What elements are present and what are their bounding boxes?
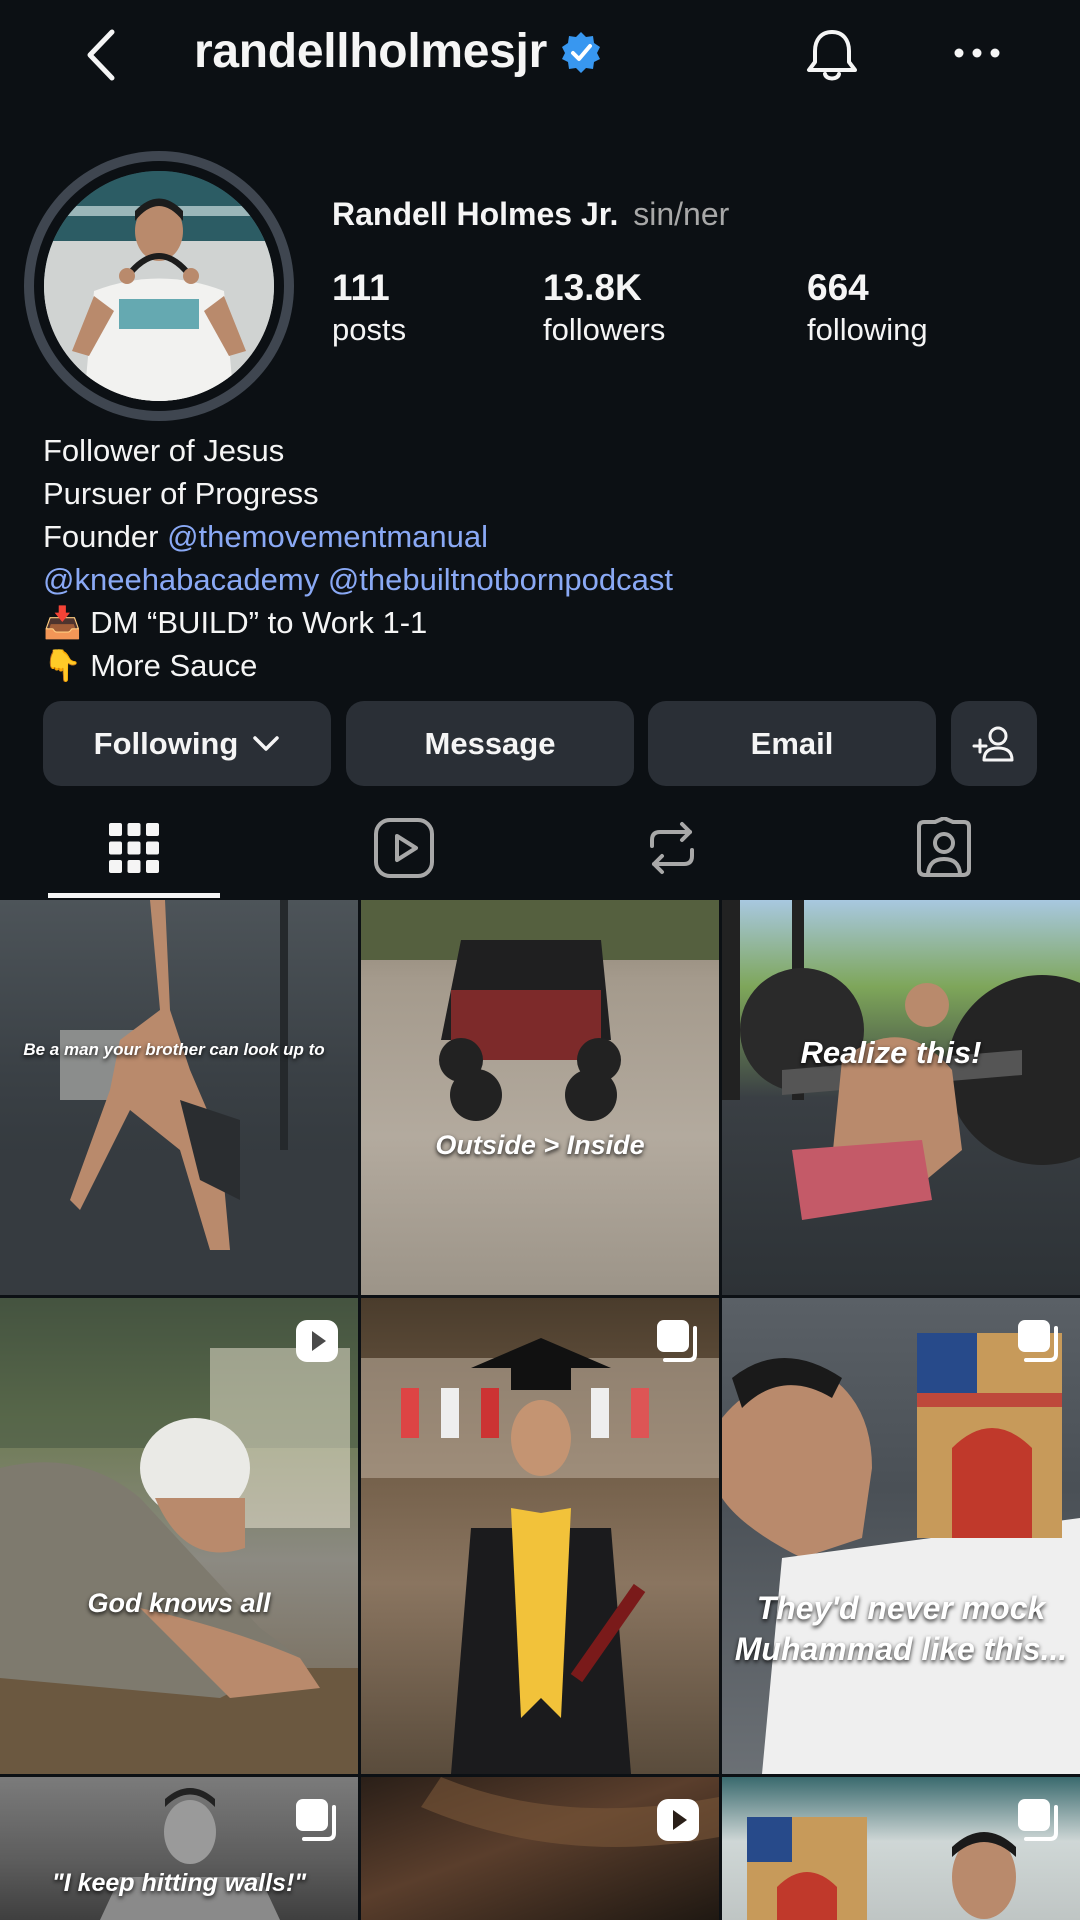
carousel-badge-icon [1018, 1320, 1058, 1362]
bio-line-1: Follower of Jesus [43, 433, 285, 468]
bio-line-5: 📥 DM “BUILD” to Work 1-1 [43, 601, 673, 644]
followers-count: 13.8K [543, 267, 642, 308]
full-name: Randell Holmes Jr. [332, 196, 619, 232]
bio-line-2: Pursuer of Progress [43, 476, 319, 511]
bio-line-3: Founder @themovementmanual [43, 515, 673, 558]
followers-stat[interactable]: 13.8K followers [543, 266, 665, 350]
reels-icon [374, 818, 434, 878]
post-tile-5[interactable] [361, 1298, 719, 1774]
posts-stat[interactable]: 111 posts [332, 266, 406, 350]
message-button[interactable]: Message [346, 701, 634, 786]
email-button-label: Email [750, 725, 834, 761]
mention-link-movementmanual[interactable]: @themovementmanual [167, 519, 488, 554]
tab-reels[interactable] [318, 800, 490, 896]
email-button[interactable]: Email [648, 701, 936, 786]
following-button-label: Following [93, 725, 239, 761]
post-caption-7: "I keep hitting walls!" [51, 1869, 307, 1897]
username: randellholmesjr [194, 25, 547, 78]
bio: Follower of Jesus Pursuer of Progress Fo… [43, 429, 673, 687]
post-caption-4: God knows all [87, 1588, 271, 1618]
back-arrow-icon[interactable] [78, 26, 128, 84]
following-count: 664 [807, 267, 869, 308]
post-tile-9[interactable] [722, 1777, 1080, 1920]
post-tile-7[interactable]: "I keep hitting walls!" [0, 1777, 358, 1920]
following-label: following [807, 312, 928, 347]
post-caption-3: Realize this! [800, 1035, 982, 1070]
post-image-5 [361, 1338, 719, 1774]
tagged-icon [917, 817, 971, 877]
tab-posts-grid[interactable] [48, 800, 220, 896]
reel-badge-icon [296, 1320, 338, 1362]
post-tile-1[interactable]: Be a man your brother can look up to [0, 900, 358, 1295]
active-tab-indicator [48, 893, 220, 898]
following-stat[interactable]: 664 following [807, 266, 928, 350]
pointing-down-emoji: 👇 [43, 648, 82, 684]
post-caption-6: They'd never mock Muhammad like this... [734, 1590, 1068, 1667]
post-image-2 [361, 900, 719, 1121]
post-image-6 [722, 1333, 1080, 1774]
carousel-badge-icon [657, 1320, 697, 1362]
post-tile-4[interactable]: God knows all [0, 1298, 358, 1774]
top-bar: randellholmesjr [0, 0, 1080, 110]
posts-label: posts [332, 312, 407, 347]
mention-link-builtnotbornpodcast[interactable]: @thebuiltnotbornpodcast [328, 562, 673, 597]
username-header[interactable]: randellholmesjr [194, 24, 603, 79]
verified-badge-icon [561, 31, 600, 73]
notifications-bell-icon[interactable] [800, 24, 864, 88]
post-tile-8[interactable] [361, 1777, 719, 1920]
bio-sauce-text: More Sauce [90, 648, 258, 683]
tab-reposts[interactable] [586, 800, 758, 896]
post-caption-1: Be a man your brother can look up to [23, 1040, 325, 1059]
pronouns: sin/ner [633, 196, 730, 232]
carousel-badge-icon [296, 1799, 336, 1841]
post-image-4 [0, 1298, 358, 1774]
mention-link-kneehabacademy[interactable]: @kneehabacademy [43, 562, 319, 597]
carousel-badge-icon [1018, 1799, 1058, 1841]
following-button[interactable]: Following [43, 701, 331, 786]
add-person-icon [972, 726, 1014, 761]
tab-tagged[interactable] [858, 800, 1030, 896]
post-tile-6[interactable]: They'd never mock Muhammad like this... [722, 1298, 1080, 1774]
suggested-people-button[interactable] [951, 701, 1037, 786]
grid-icon [109, 823, 159, 873]
posts-grid: Be a man your brother can look up to Out… [0, 900, 1080, 1920]
followers-label: followers [543, 312, 666, 347]
bio-dm-text: DM “BUILD” to Work 1-1 [90, 605, 428, 640]
bio-line-6: 👇 More Sauce [43, 644, 673, 687]
inbox-tray-emoji: 📥 [43, 605, 82, 641]
name-row: Randell Holmes Jr. sin/ner [332, 196, 729, 233]
avatar-border [34, 161, 284, 411]
reposts-icon [650, 822, 694, 874]
post-image-1 [0, 900, 358, 1295]
bio-founder-text: Founder [43, 519, 168, 554]
reel-badge-icon [657, 1799, 699, 1841]
bio-line-4: @kneehabacademy @thebuiltnotbornpodcast [43, 558, 673, 601]
more-options-icon[interactable] [952, 38, 1002, 68]
avatar[interactable] [44, 171, 274, 401]
post-image-3 [722, 900, 1080, 1220]
post-caption-2: Outside > Inside [435, 1130, 645, 1160]
message-button-label: Message [424, 725, 556, 761]
story-ring[interactable] [24, 151, 294, 421]
post-tile-2[interactable]: Outside > Inside [361, 900, 719, 1295]
post-tile-3[interactable]: Realize this! [722, 900, 1080, 1295]
posts-count: 111 [332, 267, 390, 308]
chevron-down-icon [253, 735, 280, 751]
